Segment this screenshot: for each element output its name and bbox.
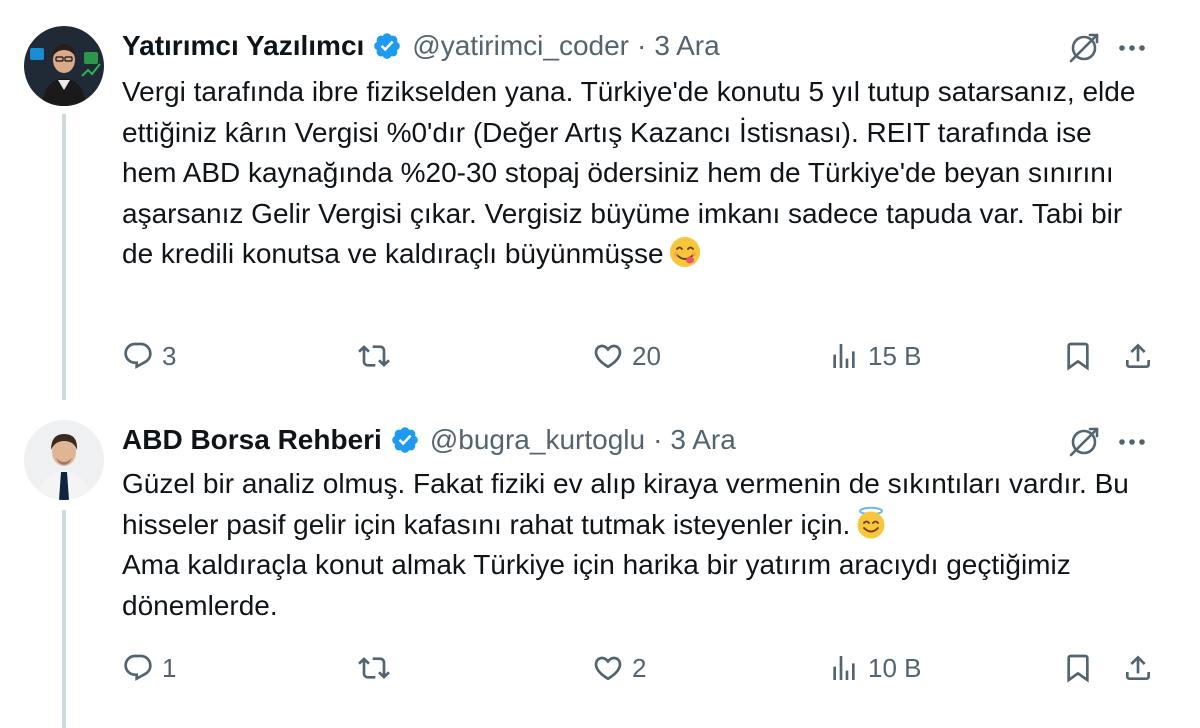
views-button[interactable]: 15 B: [828, 336, 922, 376]
share-icon: [1126, 655, 1150, 680]
bookmark-icon: [1067, 342, 1089, 371]
thread-line: [62, 114, 66, 400]
retweet-icon: [358, 657, 390, 679]
tweet-text-content: Vergi tarafında ibre fizikselden yana. T…: [122, 76, 1136, 269]
tweet-text: Vergi tarafında ibre fizikselden yana. T…: [122, 72, 1152, 275]
tweet-text-part-1: Güzel bir analiz olmuş. Fakat fiziki ev …: [122, 468, 1129, 540]
reply-icon: [124, 342, 152, 369]
views-count: 10 B: [868, 652, 922, 683]
tweet-header: ABD Borsa Rehberi @bugra_kurtoglu · 3 Ar…: [122, 422, 736, 458]
action-bar: 3 20 15 B: [122, 336, 1162, 376]
action-bar: 1 2 10 B: [122, 648, 1162, 688]
tweet-1[interactable]: Yatırımcı Yazılımcı @yatirimci_coder · 3…: [0, 0, 1200, 400]
reply-button[interactable]: 3: [122, 336, 176, 376]
verified-badge-icon: [390, 425, 420, 455]
like-count: 2: [632, 652, 647, 683]
views-button[interactable]: 10 B: [828, 648, 922, 688]
views-chart-icon: [833, 344, 855, 368]
bookmark-button[interactable]: [1062, 648, 1094, 688]
more-options-icon[interactable]: [1114, 424, 1150, 460]
tweet-text-part-2: Ama kaldıraçla konut almak Türkiye için …: [122, 549, 1071, 621]
face-savoring-food-icon: [668, 235, 702, 269]
reply-count: 3: [162, 340, 177, 371]
retweet-button[interactable]: [358, 648, 398, 688]
timestamp[interactable]: 3 Ara: [670, 424, 735, 456]
like-count: 20: [632, 340, 661, 371]
heart-icon: [594, 344, 622, 369]
retweet-icon: [358, 345, 390, 367]
author-handle[interactable]: @yatirimci_coder: [412, 30, 629, 62]
views-count: 15 B: [868, 340, 922, 371]
author-name[interactable]: Yatırımcı Yazılımcı: [122, 30, 364, 62]
author-handle[interactable]: @bugra_kurtoglu: [430, 424, 645, 456]
views-chart-icon: [833, 656, 855, 680]
grok-icon[interactable]: [1066, 30, 1102, 66]
tweet-text: Güzel bir analiz olmuş. Fakat fiziki ev …: [122, 464, 1152, 626]
tweet-header: Yatırımcı Yazılımcı @yatirimci_coder · 3…: [122, 28, 720, 64]
tweet-2[interactable]: ABD Borsa Rehberi @bugra_kurtoglu · 3 Ar…: [0, 400, 1200, 728]
like-button[interactable]: 20: [592, 336, 661, 376]
author-name[interactable]: ABD Borsa Rehberi: [122, 424, 382, 456]
timestamp[interactable]: 3 Ara: [654, 30, 719, 62]
separator: ·: [653, 424, 663, 455]
separator: ·: [637, 30, 647, 61]
verified-badge-icon: [372, 31, 402, 61]
retweet-button[interactable]: [358, 336, 398, 376]
grok-icon[interactable]: [1066, 424, 1102, 460]
reply-icon: [124, 654, 152, 681]
bookmark-button[interactable]: [1062, 336, 1094, 376]
avatar[interactable]: [24, 420, 104, 500]
reply-button[interactable]: 1: [122, 648, 176, 688]
share-icon: [1126, 343, 1150, 368]
smiling-face-with-halo-icon: [854, 506, 888, 540]
bookmark-icon: [1067, 654, 1089, 683]
thread-line: [62, 510, 66, 728]
reply-count: 1: [162, 652, 177, 683]
like-button[interactable]: 2: [592, 648, 646, 688]
share-button[interactable]: [1122, 336, 1154, 376]
avatar[interactable]: [24, 26, 104, 106]
more-options-icon[interactable]: [1114, 30, 1150, 66]
share-button[interactable]: [1122, 648, 1154, 688]
heart-icon: [594, 656, 622, 681]
